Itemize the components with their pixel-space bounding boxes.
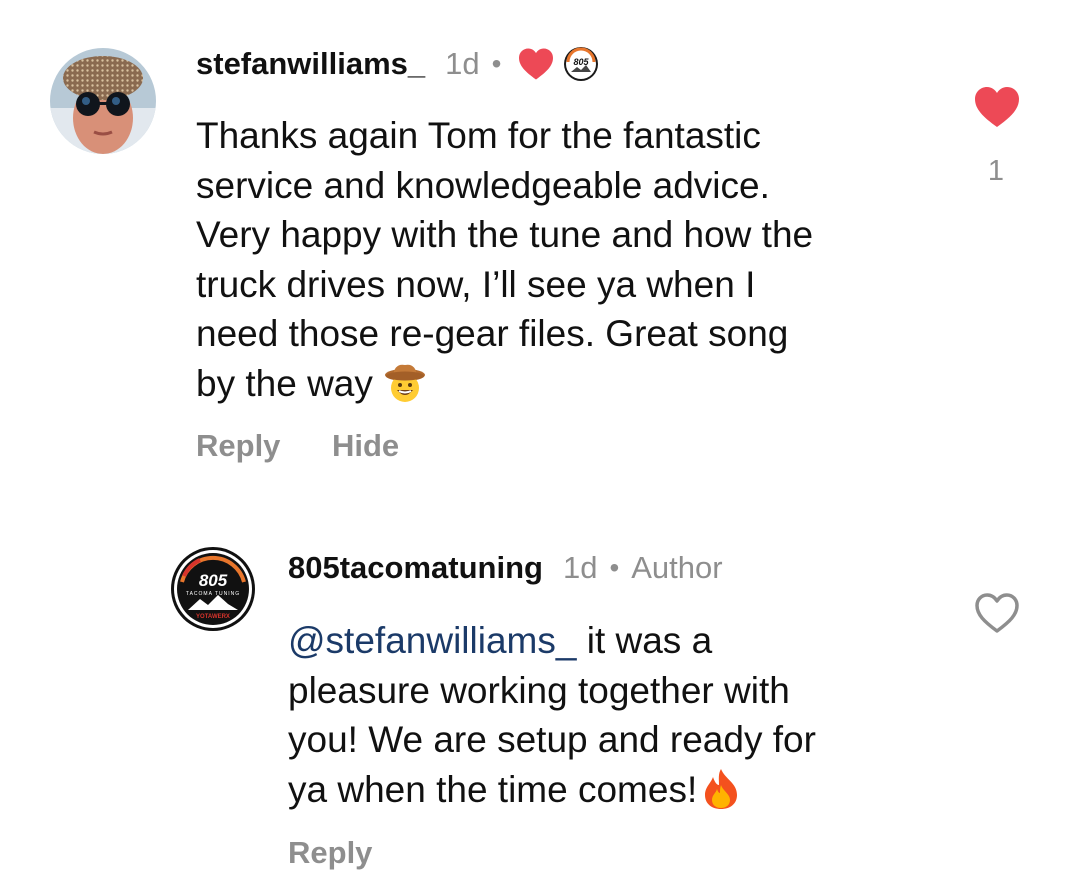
timestamp: 1d xyxy=(562,550,598,585)
comment-line: you! We are setup and ready for xyxy=(288,719,816,760)
comment-text: it was a xyxy=(576,620,713,661)
comment-stefanwilliams: stefanwilliams_ 1d • 805 Thanks again To… xyxy=(0,0,1080,500)
mention-link[interactable]: @stefanwilliams_ xyxy=(288,620,576,661)
heart-outline-icon xyxy=(975,593,1019,633)
comment-line-last: ya when the time comes! xyxy=(288,765,928,815)
logo-subtitle: TACOMA TUNING xyxy=(186,591,240,597)
comment-meta: 805tacomatuning 1d • Author xyxy=(288,548,723,588)
liked-by-author-heart-icon xyxy=(517,47,555,81)
comment-line: truck drives now, I’ll see ya when I xyxy=(196,263,756,305)
avatar[interactable]: 805 TACOMA TUNING YOTAWERX xyxy=(170,546,256,632)
comment-line-first: @stefanwilliams_ it was a xyxy=(288,616,928,666)
logo-number: 805 xyxy=(199,571,228,590)
805-tacoma-tuning-logo: 805 TACOMA TUNING YOTAWERX xyxy=(171,547,255,631)
comment-body: @stefanwilliams_ it was a pleasure worki… xyxy=(288,616,928,814)
username[interactable]: stefanwilliams_ xyxy=(196,46,425,82)
fire-icon xyxy=(701,767,741,811)
like-button[interactable] xyxy=(973,591,1021,635)
comment-line: ya when the time comes! xyxy=(288,768,698,810)
reply-button[interactable]: Reply xyxy=(288,835,372,871)
comment-line: need those re-gear files. Great song xyxy=(196,313,789,354)
comment-line: by the way xyxy=(196,362,373,404)
comment-body: Thanks again Tom for the fantastic servi… xyxy=(196,111,936,408)
separator-dot: • xyxy=(491,48,502,79)
comment-line: Very happy with the tune and how the xyxy=(196,214,814,255)
comment-line: service and knowledgeable advice. xyxy=(196,164,770,206)
username[interactable]: 805tacomatuning xyxy=(288,550,543,586)
comment-meta: stefanwilliams_ 1d • 805 xyxy=(196,44,599,84)
cowboy-face-icon xyxy=(383,361,427,405)
heart-filled-icon xyxy=(975,87,1019,127)
comment-line-last: by the way xyxy=(196,359,936,409)
badge-text: 805 xyxy=(574,57,590,67)
like-button[interactable] xyxy=(973,85,1021,129)
avatar[interactable] xyxy=(50,48,156,154)
like-count[interactable]: 1 xyxy=(976,155,1016,188)
logo-brand: YOTAWERX xyxy=(196,614,230,620)
timestamp: 1d xyxy=(445,46,480,81)
author-label: Author xyxy=(631,550,723,585)
author-logo-badge: 805 xyxy=(563,46,599,82)
reply-805tacomatuning: 805 TACOMA TUNING YOTAWERX 805tacomatuni… xyxy=(0,500,1080,891)
hide-button[interactable]: Hide xyxy=(332,428,399,464)
comment-line: pleasure working together with xyxy=(288,669,790,711)
reply-button[interactable]: Reply xyxy=(196,428,280,464)
separator-dot: • xyxy=(609,552,620,583)
user-photo xyxy=(50,48,156,154)
comment-line: Thanks again Tom for the fantastic xyxy=(196,115,761,156)
